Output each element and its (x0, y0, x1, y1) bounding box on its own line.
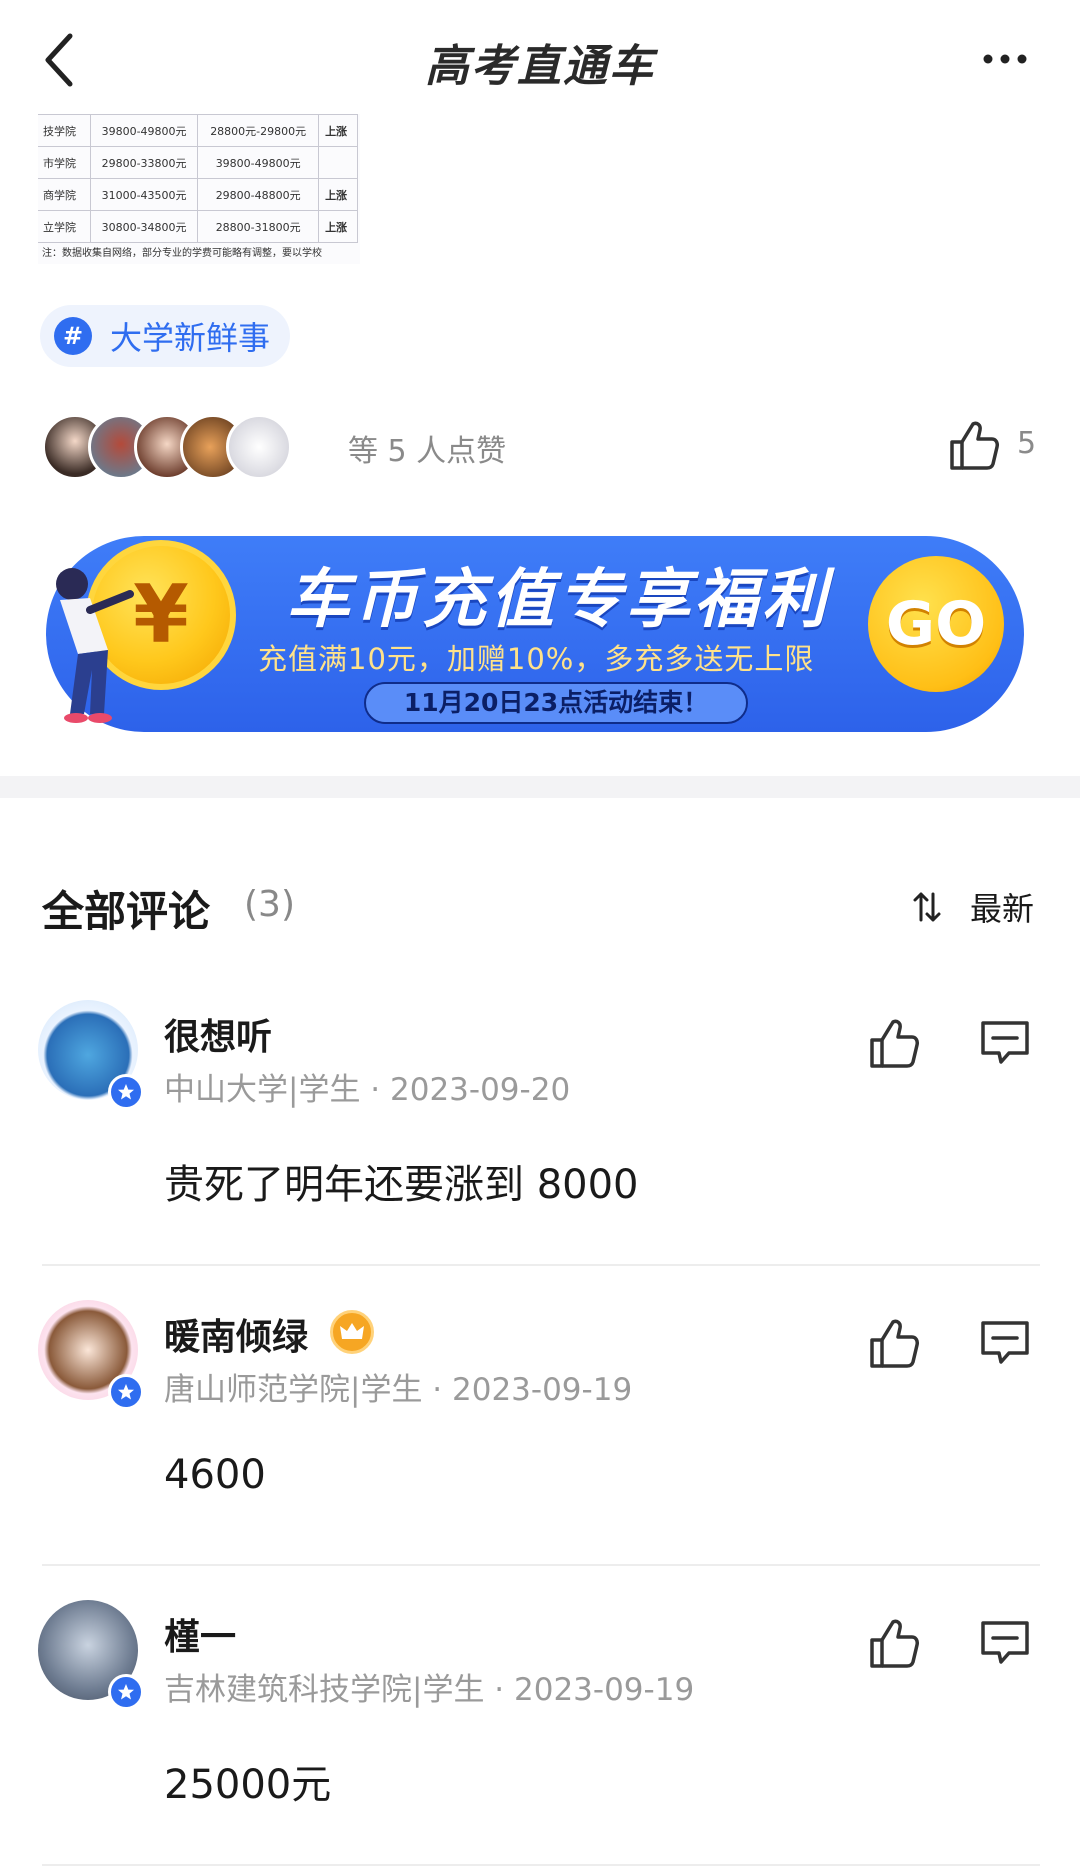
topic-label: 大学新鲜事 (110, 319, 271, 357)
more-dots-icon[interactable] (980, 44, 1030, 74)
comment-text: 25000元 (164, 1762, 332, 1808)
table-row: 技学院 39800-49800元 28800元-29800元 上涨 (38, 114, 358, 147)
comment-divider (42, 1264, 1040, 1266)
table-cell: 上涨 (318, 178, 358, 211)
comments-title: 全部评论 (42, 887, 211, 936)
liked-by-text: 等 5 人点赞 (348, 434, 507, 469)
reply-comment-icon[interactable] (978, 1318, 1032, 1368)
table-row: 立学院 30800-34800元 28800-31800元 上涨 (38, 210, 358, 243)
reply-comment-icon[interactable] (978, 1618, 1032, 1668)
comment-divider (42, 1864, 1040, 1866)
thumbs-up-icon[interactable] (866, 1016, 922, 1072)
table-cell: 28800元-29800元 (197, 114, 320, 147)
hashtag-icon: # (54, 317, 92, 355)
page-title: 高考直通车 (425, 41, 655, 92)
banner-deadline: 11月20日23点活动结束！ (364, 682, 748, 724)
comment-item: 槿一 吉林建筑科技学院|学生 · 2023-09-19 25000元 (0, 1592, 1080, 1875)
banner-title: 车币充值专享福利 (286, 563, 830, 637)
avatar[interactable] (28, 1292, 146, 1410)
table-cell: 上涨 (318, 210, 358, 243)
liker-avatars[interactable] (42, 414, 342, 480)
table-cell: 市学院 (38, 146, 91, 179)
avatar[interactable] (28, 992, 146, 1110)
table-row: 商学院 31000-43500元 29800-48800元 上涨 (38, 178, 358, 211)
verified-star-badge (108, 1674, 144, 1710)
sort-label[interactable]: 最新 (970, 884, 1034, 930)
table-cell: 30800-34800元 (89, 210, 199, 243)
comment-meta: 唐山师范学院|学生 · 2023-09-19 (164, 1372, 633, 1408)
like-count: 5 (1017, 426, 1037, 461)
thumbs-up-icon[interactable] (946, 418, 1002, 474)
reply-comment-icon[interactable] (978, 1018, 1032, 1068)
table-cell: 立学院 (38, 210, 91, 243)
comments-count: (3) (244, 884, 295, 925)
comment-item: 很想听 中山大学|学生 · 2023-09-20 贵死了明年还要涨到 8000 (0, 992, 1080, 1292)
table-cell: 商学院 (38, 178, 91, 211)
table-cell: 28800-31800元 (197, 210, 320, 243)
thumbs-up-icon[interactable] (866, 1616, 922, 1672)
go-button[interactable]: GO (868, 556, 1004, 692)
topic-tag[interactable]: # 大学新鲜事 (40, 305, 291, 367)
comment-text: 4600 (164, 1452, 266, 1498)
person-illustration-icon (56, 568, 134, 723)
comment-author[interactable]: 很想听 (164, 1008, 272, 1060)
table-cell: 技学院 (38, 114, 91, 147)
go-label: GO (885, 589, 987, 659)
sort-icon[interactable] (912, 890, 942, 924)
likes-row: 等 5 人点赞 5 (42, 414, 1042, 480)
verified-star-badge (108, 1074, 144, 1110)
table-cell: 39800-49800元 (89, 114, 199, 147)
comment-item: 暖南倾绿 唐山师范学院|学生 · 2023-09-19 4600 (0, 1292, 1080, 1592)
tuition-table: 技学院 39800-49800元 28800元-29800元 上涨 市学院 29… (38, 114, 358, 243)
table-cell: 29800-33800元 (89, 146, 199, 179)
comment-meta: 吉林建筑科技学院|学生 · 2023-09-19 (164, 1672, 695, 1708)
table-cell (318, 146, 358, 179)
section-divider (0, 776, 1080, 798)
thumbs-up-icon[interactable] (866, 1316, 922, 1372)
crown-badge-icon (330, 1310, 374, 1354)
comment-divider (42, 1564, 1040, 1566)
banner-subtitle: 充值满10元，加赠10%，多充多送无上限 (258, 642, 815, 676)
table-cell: 31000-43500元 (89, 178, 199, 211)
comment-author[interactable]: 暖南倾绿 (164, 1308, 308, 1360)
table-cell: 29800-48800元 (197, 178, 320, 211)
post-image-table[interactable]: 技学院 39800-49800元 28800元-29800元 上涨 市学院 29… (38, 114, 360, 264)
comment-meta: 中山大学|学生 · 2023-09-20 (164, 1072, 571, 1108)
table-cell: 39800-49800元 (197, 146, 320, 179)
avatar[interactable] (28, 1592, 146, 1710)
table-row: 市学院 29800-33800元 39800-49800元 (38, 146, 358, 179)
promo-banner[interactable]: 车币充值专享福利 充值满10元，加赠10%，多充多送无上限 11月20日23点活… (42, 532, 1024, 732)
verified-star-badge (108, 1374, 144, 1410)
comment-author[interactable]: 槿一 (164, 1608, 236, 1660)
liker-avatar (226, 414, 292, 480)
table-cell: 上涨 (318, 114, 358, 147)
top-nav-bar: 高考直通车 (0, 0, 1080, 120)
table-footnote: 注：数据收集自网络，部分专业的学费可能略有调整，要以学校 (42, 248, 322, 259)
comment-text: 贵死了明年还要涨到 8000 (164, 1162, 639, 1208)
comments-header: 全部评论 (3) 最新 (42, 878, 1040, 938)
